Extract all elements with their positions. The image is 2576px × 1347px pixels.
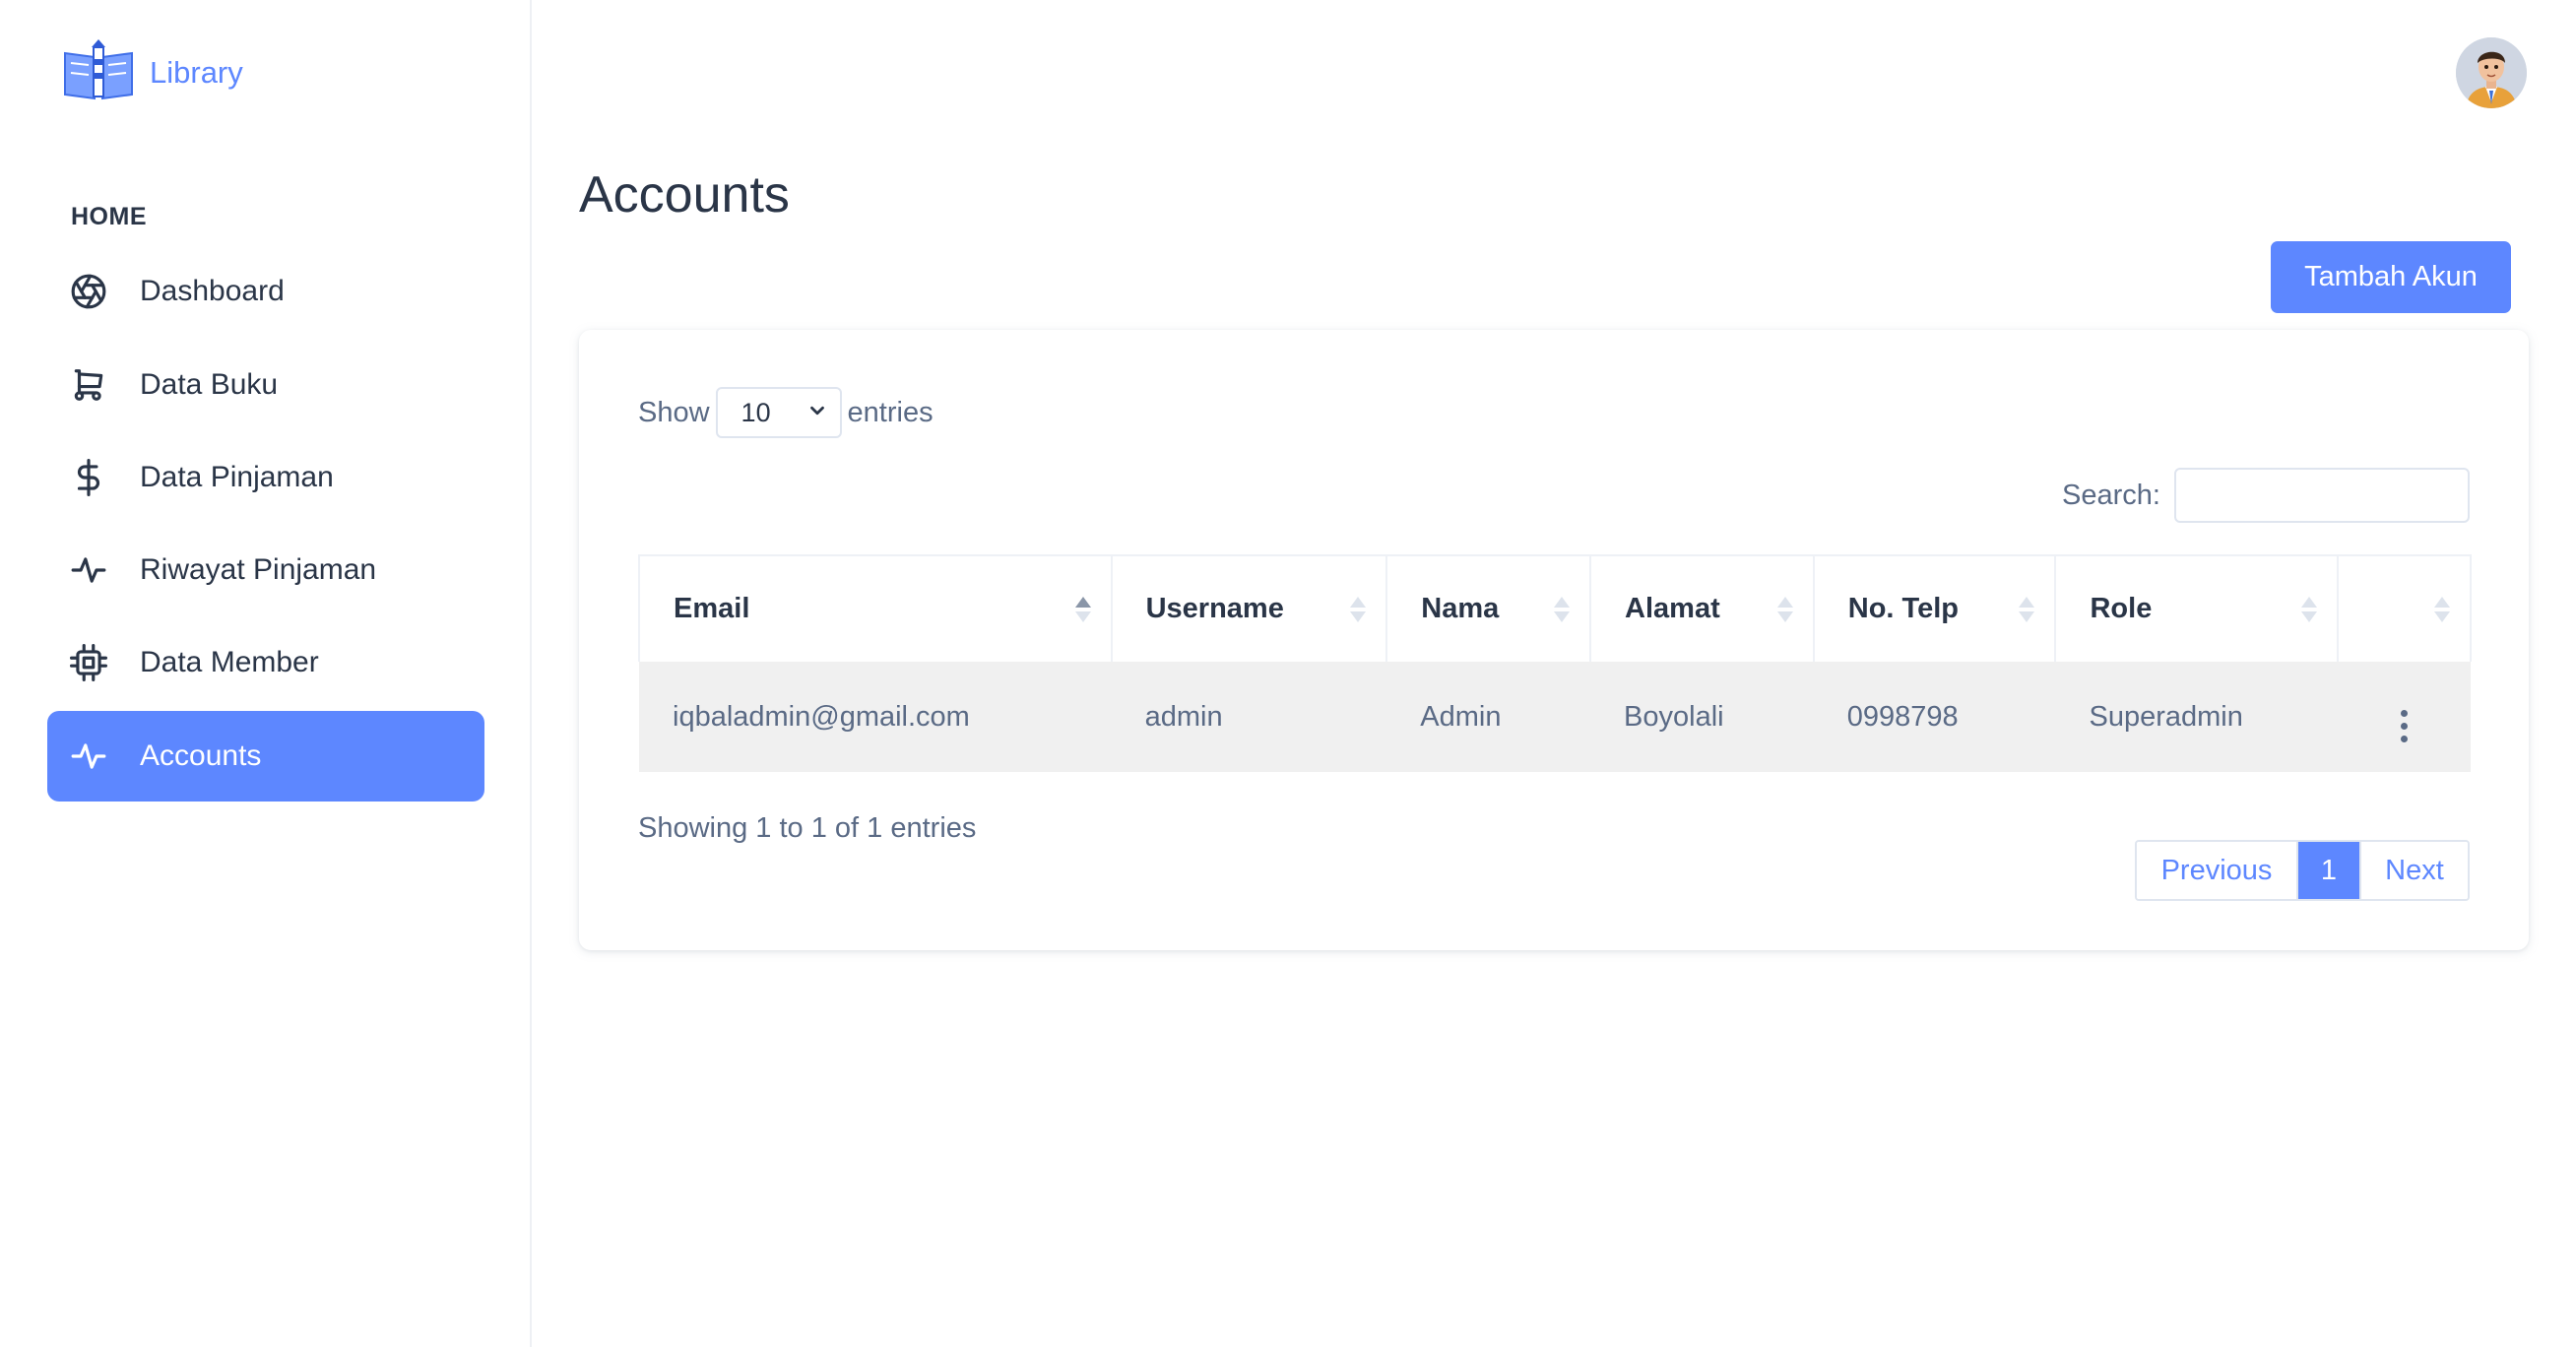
table-header-row: Email Username Nama Alamat No. Telp Role — [638, 554, 2472, 662]
activity-icon — [69, 737, 108, 776]
sidebar-item-label: Data Buku — [140, 368, 279, 401]
column-header-nama[interactable]: Nama — [1385, 554, 1592, 662]
column-header-label: Email — [674, 593, 750, 624]
column-header-label: Role — [2090, 593, 2153, 624]
column-header-email[interactable]: Email — [638, 554, 1113, 662]
entries-per-page-select[interactable]: 10 — [715, 387, 842, 438]
cell-nama: Admin — [1386, 662, 1591, 772]
cell-username: admin — [1111, 662, 1387, 772]
sidebar-item-label: Riwayat Pinjaman — [140, 553, 377, 586]
show-label: Show — [638, 396, 710, 428]
column-header-label: No. Telp — [1847, 593, 1959, 624]
cell-no-telp: 0998798 — [1813, 662, 2056, 772]
more-vertical-icon[interactable] — [2401, 709, 2409, 742]
pagination-previous-button[interactable]: Previous — [2137, 842, 2298, 899]
cpu-chip-icon — [69, 643, 108, 682]
dollar-sign-icon — [69, 458, 108, 497]
sort-icon — [2301, 596, 2318, 622]
search-input[interactable] — [2174, 468, 2470, 523]
column-header-username[interactable]: Username — [1110, 554, 1388, 662]
chevron-down-icon — [806, 398, 828, 428]
cell-actions — [2338, 662, 2471, 772]
user-avatar-icon — [2456, 37, 2527, 108]
entries-label: entries — [847, 396, 934, 428]
sidebar-item-data-buku[interactable]: Data Buku — [47, 340, 484, 430]
sidebar-item-riwayat-pinjaman[interactable]: Riwayat Pinjaman — [47, 525, 484, 615]
brand-logo-link[interactable]: Library — [61, 37, 243, 107]
cell-role: Superadmin — [2055, 662, 2339, 772]
sort-icon — [1350, 596, 1367, 622]
sidebar-item-dashboard[interactable]: Dashboard — [47, 246, 484, 337]
sidebar-item-label: Data Pinjaman — [140, 461, 334, 493]
sidebar-item-label: Data Member — [140, 646, 319, 678]
sidebar-item-data-member[interactable]: Data Member — [47, 617, 484, 708]
table-search: Search: — [2062, 468, 2470, 523]
sidebar-item-data-pinjaman[interactable]: Data Pinjaman — [47, 432, 484, 523]
add-account-button[interactable]: Tambah Akun — [2271, 241, 2511, 313]
table-info: Showing 1 to 1 of 1 entries — [638, 812, 977, 844]
sort-icon — [1776, 596, 1793, 622]
cell-alamat: Boyolali — [1590, 662, 1814, 772]
activity-icon — [69, 550, 108, 590]
pagination-next-button[interactable]: Next — [2359, 842, 2468, 899]
library-logo-icon — [61, 37, 136, 107]
column-header-no-telp[interactable]: No. Telp — [1812, 554, 2057, 662]
sidebar-item-label: Dashboard — [140, 275, 285, 307]
app-root: Library HOME Dashboard Data Buku Data Pi… — [0, 0, 2576, 1347]
nav-section-label: HOME — [71, 203, 147, 230]
user-avatar-button[interactable] — [2456, 37, 2527, 108]
brand-name: Library — [150, 54, 243, 90]
pagination-page-button[interactable]: 1 — [2298, 842, 2359, 899]
sort-ascending-icon — [1074, 596, 1091, 622]
sort-icon — [2019, 596, 2035, 622]
pagination: Previous 1 Next — [2135, 840, 2470, 901]
column-header-alamat[interactable]: Alamat — [1589, 554, 1815, 662]
page-length-control: Show 10 entries — [638, 387, 934, 438]
sidebar: Library HOME Dashboard Data Buku Data Pi… — [0, 0, 532, 1347]
column-header-label: Nama — [1421, 593, 1500, 624]
column-header-actions[interactable] — [2337, 554, 2472, 662]
sort-icon — [1554, 596, 1571, 622]
sort-icon — [2434, 596, 2450, 622]
page-title: Accounts — [579, 166, 790, 224]
column-header-role[interactable]: Role — [2054, 554, 2340, 662]
cell-email: iqbaladmin@gmail.com — [639, 662, 1112, 772]
column-header-label: Alamat — [1625, 593, 1720, 624]
sidebar-item-label: Accounts — [140, 739, 262, 772]
aperture-icon — [69, 272, 108, 311]
table-row: iqbaladmin@gmail.com admin Admin Boyolal… — [639, 662, 2471, 772]
accounts-table: Email Username Nama Alamat No. Telp Role… — [638, 554, 2472, 772]
column-header-label: Username — [1145, 593, 1284, 624]
search-label: Search: — [2062, 479, 2160, 511]
sidebar-item-accounts[interactable]: Accounts — [47, 711, 484, 802]
shopping-cart-icon — [69, 365, 108, 405]
entries-per-page-value: 10 — [741, 397, 771, 427]
accounts-table-card: Show 10 entries Search: Email Username N… — [579, 330, 2529, 950]
